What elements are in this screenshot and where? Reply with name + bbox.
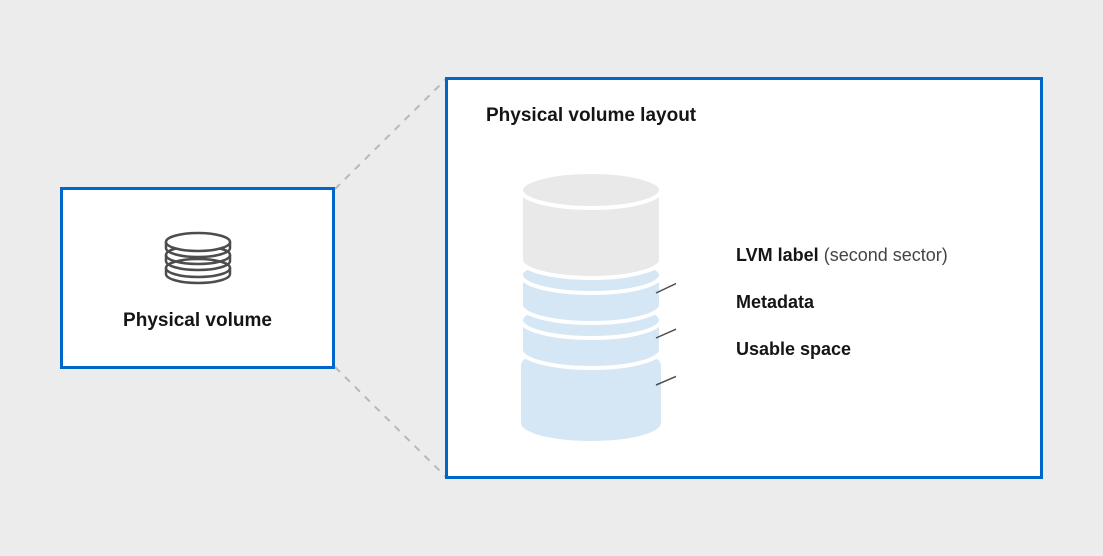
physical-volume-box: Physical volume [60,187,335,369]
layout-title: Physical volume layout [486,105,696,127]
callout-lvm-label-text: LVM label [736,245,819,265]
callout-metadata-text: Metadata [736,292,814,312]
diagram-canvas: Physical volume Physical volume layout [0,0,1103,556]
callout-metadata: Metadata [736,292,1026,313]
callout-lvm-label: LVM label (second sector) [736,245,1026,266]
disk-stack-icon [159,225,237,292]
callout-lvm-label-paren: (second sector) [824,245,948,265]
layout-cylinder-stack [506,165,676,455]
layer-callouts: LVM label (second sector) Metadata Usabl… [736,245,1026,386]
callout-usable-space: Usable space [736,339,1026,360]
callout-usable-space-text: Usable space [736,339,851,359]
physical-volume-label: Physical volume [123,310,272,332]
physical-volume-layout-box: Physical volume layout [445,77,1043,479]
